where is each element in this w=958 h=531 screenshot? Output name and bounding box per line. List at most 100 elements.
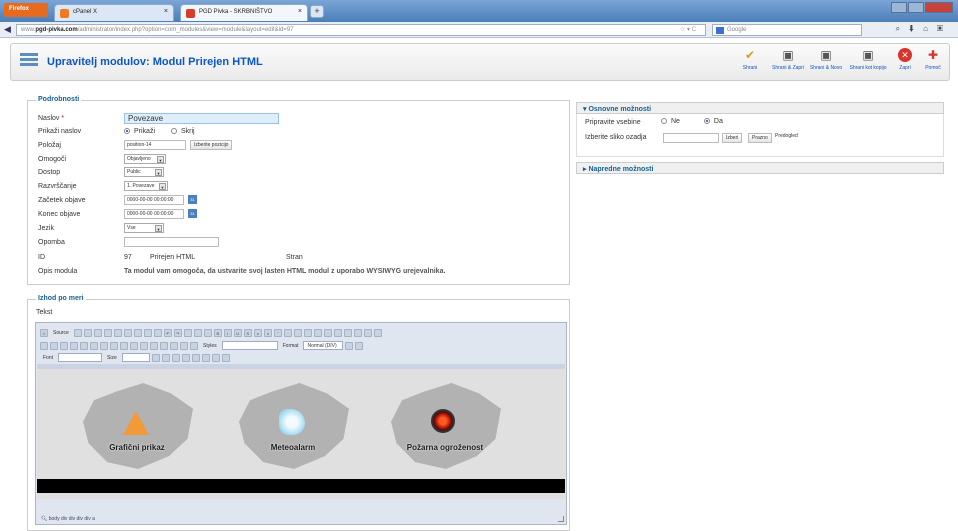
editor-content-area[interactable]: Grafični prikaz Meteoalarm Požarna ogrož… [37,369,565,499]
element-path[interactable]: body div div div div a [49,516,95,522]
select-position-button[interactable]: Izberite pozicijo [190,140,233,150]
smiley-icon[interactable] [190,341,198,350]
tab-cpanel[interactable]: cPanel X × [54,4,174,21]
save-button[interactable]: ✔ Shrani [733,48,767,71]
numbered-list-icon[interactable] [40,341,48,350]
close-button[interactable]: ✕ Zapri [893,48,917,71]
language-select[interactable]: Vse ▼ [124,223,164,233]
clear-image-button[interactable]: Prazno [748,133,772,143]
basic-options-header[interactable]: ▾ Osnovne možnosti [576,102,944,114]
about-icon[interactable] [191,353,200,362]
styles-select[interactable] [221,341,278,350]
show-blocks-icon[interactable] [181,353,190,362]
tab-close-icon[interactable]: × [298,8,302,15]
save-doc-icon[interactable] [73,328,82,337]
source-button[interactable]: Source [50,330,72,336]
search-input[interactable]: Google [712,24,862,36]
paste-text-icon[interactable] [133,328,142,337]
hide-radio[interactable] [170,128,177,135]
new-page-icon[interactable] [83,328,92,337]
table-icon[interactable] [170,341,178,350]
pozarna-ogrozenost-link[interactable]: Požarna ogroženost [385,383,505,475]
special-char-icon[interactable] [345,341,354,350]
minimize-icon[interactable] [891,2,907,13]
meteoalarm-link[interactable]: Meteoalarm [233,383,353,475]
save-close-button[interactable]: ▣ Shrani & Zapri [771,48,805,71]
back-arrow-icon[interactable]: ◀ [4,24,11,35]
align-right-icon[interactable] [100,341,108,350]
select-all-icon[interactable] [203,328,212,337]
cut-icon[interactable] [103,328,112,337]
select-image-button[interactable]: Izberi [722,133,743,143]
button-field-icon[interactable] [353,328,362,337]
print-icon[interactable] [143,328,152,337]
link-icon[interactable] [120,341,128,350]
graficni-prikaz-link[interactable]: Grafični prikaz [77,383,197,475]
italic-icon[interactable]: I [223,328,232,337]
text-color-icon[interactable] [151,353,160,362]
access-select[interactable]: Public ▼ [124,167,164,177]
position-input[interactable]: position-14 [124,140,186,150]
download-icon[interactable]: ⬇ [909,24,923,33]
undo-icon[interactable]: ↶ [163,328,172,337]
save-new-button[interactable]: ▣ Shrani & Novo [809,48,843,71]
iframe-icon[interactable] [211,353,220,362]
background-image-input[interactable] [663,133,719,143]
title-input[interactable]: Povezave [124,113,279,124]
font-select[interactable] [58,353,103,362]
superscript-icon[interactable]: x [263,328,272,337]
select-field-icon[interactable] [343,328,352,337]
template-icon[interactable] [201,353,210,362]
strike-icon[interactable]: S [243,328,252,337]
outdent-icon[interactable] [60,341,68,350]
enable-select[interactable]: Objavljeno ▼ [124,154,166,164]
preview-icon[interactable] [93,328,102,337]
format-select[interactable]: Normal (DIV) [303,341,344,350]
tab-pgd-pivka[interactable]: PGD Pivka - SKRBNIŠTVO × [180,4,308,21]
url-controls[interactable]: ☆ ▾ C [680,26,696,33]
plugin-icon[interactable] [221,353,230,362]
underline-icon[interactable]: U [233,328,242,337]
bullet-list-icon[interactable] [50,341,58,350]
align-left-icon[interactable] [80,341,88,350]
textarea-icon[interactable] [333,328,342,337]
align-center-icon[interactable] [90,341,98,350]
firefox-menu-button[interactable]: Firefox [4,3,48,17]
redo-icon[interactable]: ↷ [173,328,182,337]
maximize-icon[interactable] [908,2,924,13]
remove-format-icon[interactable] [283,328,292,337]
spellcheck-icon[interactable] [153,328,162,337]
magnify-icon[interactable] [355,341,364,350]
subscript-icon[interactable]: x [253,328,262,337]
justify-icon[interactable] [110,341,118,350]
bookmark-icon[interactable]: ▣ [937,24,952,33]
anchor-icon[interactable] [140,341,148,350]
bold-icon[interactable]: B [213,328,222,337]
advanced-options-header[interactable]: ▸ Napredne možnosti [576,162,944,174]
radio-icon[interactable] [313,328,322,337]
hidden-field-icon[interactable] [373,328,382,337]
bg-color-icon[interactable] [161,353,170,362]
horizontal-rule-icon[interactable] [180,341,188,350]
calendar-icon[interactable]: 31 [188,195,197,204]
flash-icon[interactable] [160,341,168,350]
maximize-editor-icon[interactable] [171,353,180,362]
resize-handle[interactable] [558,516,564,522]
calendar-icon[interactable]: 31 [188,209,197,218]
note-input[interactable] [124,237,219,247]
paste-icon[interactable] [123,328,132,337]
checkbox-icon[interactable] [303,328,312,337]
replace-icon[interactable] [193,328,202,337]
save-copy-button[interactable]: ▣ Shrani kot kopijo [847,48,889,71]
publish-start-input[interactable]: 0000-00-00 00:00:00 [124,195,184,205]
textfield-icon[interactable] [323,328,332,337]
url-bar[interactable]: www.pgd-pivka.com/administrator/index.ph… [16,24,706,36]
copy-icon[interactable] [113,328,122,337]
home-icon[interactable]: ⌂ [923,24,937,33]
window-close-icon[interactable] [925,2,953,13]
publish-end-input[interactable]: 0000-00-00 00:00:00 [124,209,184,219]
source-icon[interactable]: ◇ [40,328,48,337]
ordering-select[interactable]: 1. Povezave ▼ [124,181,168,191]
indent-icon[interactable] [70,341,78,350]
show-radio[interactable] [124,128,130,135]
